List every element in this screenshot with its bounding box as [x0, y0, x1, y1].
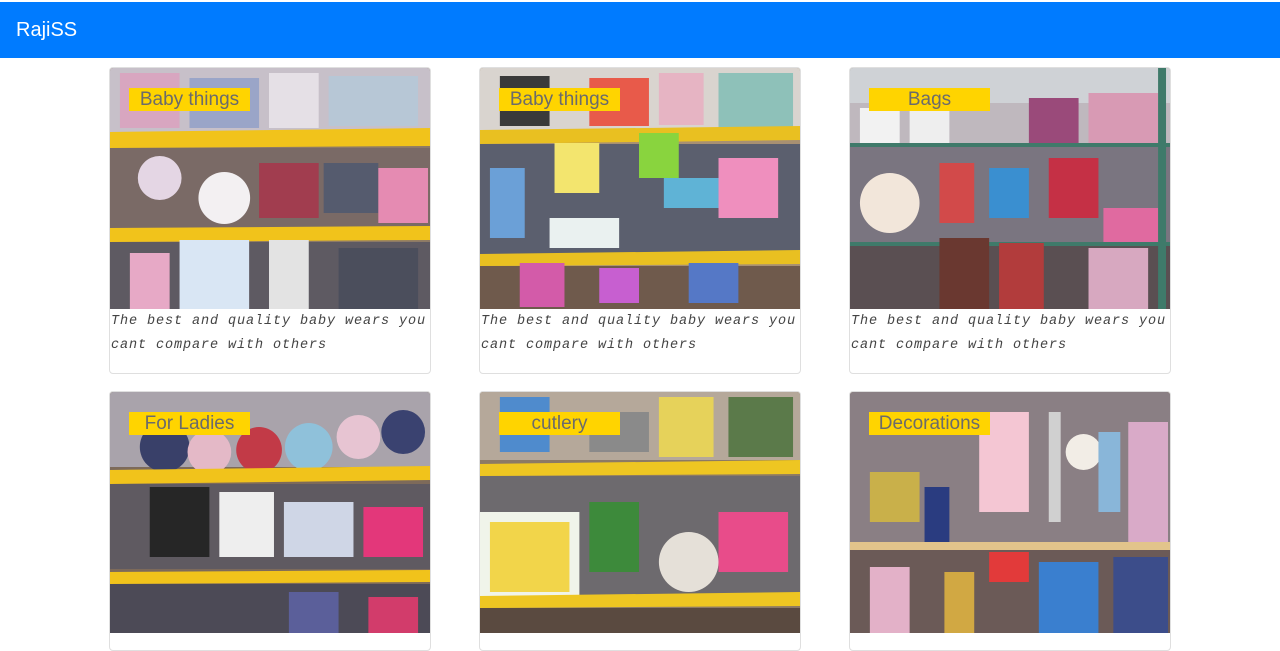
- category-tag: Decorations: [869, 412, 990, 435]
- category-tag: Bags: [869, 88, 990, 111]
- product-card[interactable]: For Ladies: [109, 391, 431, 651]
- product-card[interactable]: Decorations: [849, 391, 1171, 651]
- product-image[interactable]: Decorations: [850, 392, 1170, 633]
- product-image[interactable]: cutlery: [480, 392, 800, 633]
- product-caption: The best and quality baby wears you cant…: [481, 314, 797, 353]
- product-image[interactable]: Baby things: [480, 68, 800, 309]
- product-card[interactable]: Bags The best and quality baby wears you…: [849, 67, 1171, 374]
- product-caption: The best and quality baby wears you cant…: [851, 314, 1167, 353]
- product-grid: Baby things The best and quality baby we…: [0, 0, 1280, 651]
- product-card[interactable]: Baby things The best and quality baby we…: [109, 67, 431, 374]
- product-image[interactable]: Bags: [850, 68, 1170, 309]
- category-tag: For Ladies: [129, 412, 250, 435]
- product-card[interactable]: cutlery: [479, 391, 801, 651]
- category-tag: cutlery: [499, 412, 620, 435]
- category-tag: Baby things: [499, 88, 620, 111]
- product-card[interactable]: Baby things The best and quality baby we…: [479, 67, 801, 374]
- product-image[interactable]: For Ladies: [110, 392, 430, 633]
- category-tag: Baby things: [129, 88, 250, 111]
- product-image[interactable]: Baby things: [110, 68, 430, 309]
- product-caption: The best and quality baby wears you cant…: [111, 314, 427, 353]
